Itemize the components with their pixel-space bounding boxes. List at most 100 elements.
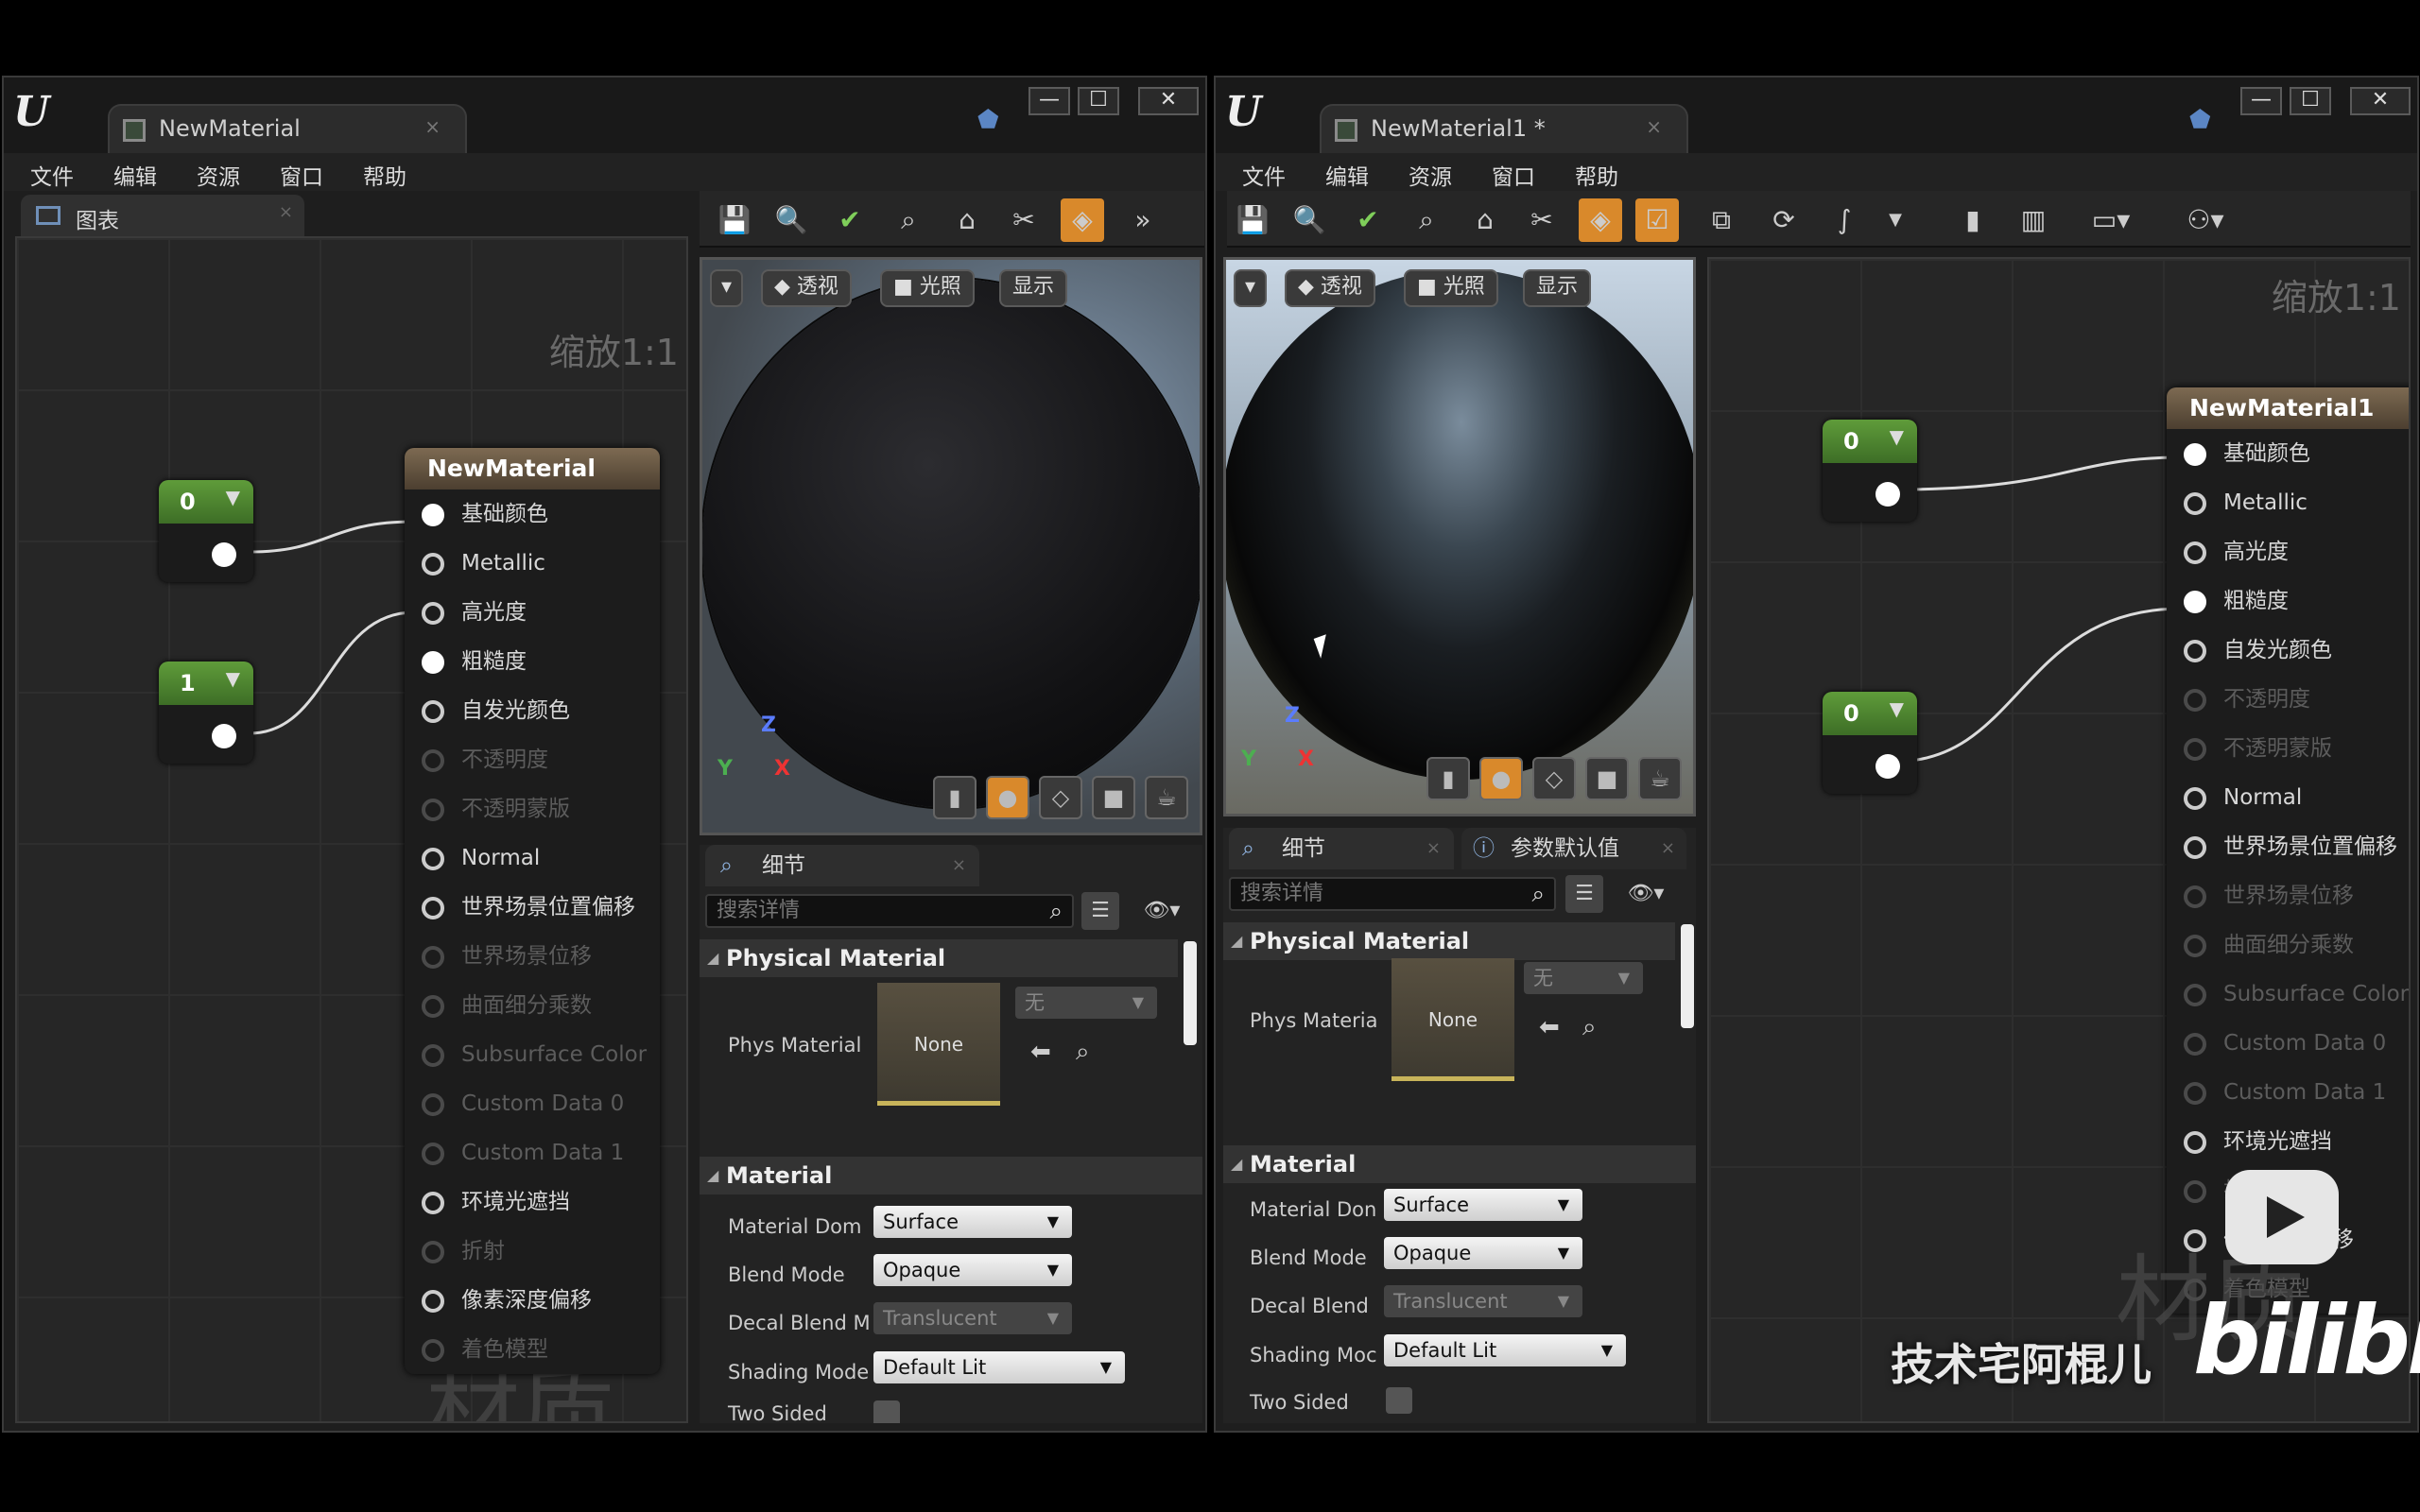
- input-pin[interactable]: [2184, 1082, 2206, 1105]
- output-pin[interactable]: [1876, 754, 1900, 779]
- eye-icon[interactable]: 👁▾: [1129, 892, 1195, 930]
- menu-edit[interactable]: 编辑: [1325, 159, 1369, 191]
- teapot-icon[interactable]: ☕: [1145, 776, 1188, 819]
- browse-asset-icon[interactable]: ⌕: [1582, 1013, 1597, 1042]
- input-pin-row[interactable]: 不透明度: [405, 735, 660, 784]
- document-tab[interactable]: NewMaterial ×: [108, 104, 467, 153]
- viewport-show-button[interactable]: 显示: [1523, 269, 1592, 307]
- output-pin[interactable]: [212, 542, 236, 567]
- input-pin[interactable]: [422, 749, 444, 772]
- search-graph-icon[interactable]: ⌕: [1405, 198, 1448, 242]
- close-tab-icon[interactable]: ×: [1426, 828, 1441, 869]
- input-pin[interactable]: [2184, 935, 2206, 957]
- menu-file[interactable]: 文件: [30, 159, 74, 191]
- input-pin[interactable]: [2184, 1033, 2206, 1056]
- output-pin[interactable]: [1876, 482, 1900, 507]
- plane-icon[interactable]: ◇: [1039, 776, 1082, 819]
- chevron-down-icon[interactable]: ▼: [226, 667, 240, 690]
- input-pin[interactable]: [422, 1093, 444, 1116]
- document-tab[interactable]: NewMaterial1 * ×: [1320, 104, 1688, 153]
- collapse-icon[interactable]: ◢: [1231, 1145, 1242, 1183]
- blend-mode-combo[interactable]: Opaque ▼: [1384, 1237, 1582, 1269]
- physical-material-section[interactable]: ◢ Physical Material: [700, 939, 1178, 977]
- collapse-icon[interactable]: ◢: [707, 939, 718, 977]
- layout-icon[interactable]: ▭▾: [2078, 198, 2144, 242]
- preview-viewport[interactable]: ▾ ◆ 透视 ■ 光照 显示 ZYX ▮ ● ◇ ■ ☕: [1223, 257, 1696, 816]
- shading-model-combo[interactable]: Default Lit ▼: [873, 1351, 1125, 1383]
- phys-material-thumbnail[interactable]: None: [877, 983, 1000, 1106]
- hierarchy-icon[interactable]: ⚇▾: [2172, 198, 2238, 242]
- input-pin-row[interactable]: 世界场景位移: [2167, 871, 2409, 920]
- chevron-right-icon[interactable]: »: [1121, 198, 1165, 242]
- menu-asset[interactable]: 资源: [197, 159, 240, 191]
- viewport-options-button[interactable]: ▾: [1234, 269, 1268, 307]
- search-graph-icon[interactable]: ⌕: [887, 198, 930, 242]
- scrollbar[interactable]: [1681, 924, 1694, 1028]
- cube-icon[interactable]: ■: [1092, 776, 1135, 819]
- chevron-down-icon[interactable]: ▼: [1874, 198, 1917, 242]
- input-pin[interactable]: [422, 1044, 444, 1067]
- menu-help[interactable]: 帮助: [1575, 159, 1618, 191]
- input-pin[interactable]: [422, 1143, 444, 1165]
- use-selected-icon[interactable]: ⬅: [1030, 1038, 1051, 1066]
- apply-icon[interactable]: ✔: [1346, 198, 1390, 242]
- live-nodes-icon[interactable]: ☑: [1635, 198, 1679, 242]
- input-pin[interactable]: [2184, 640, 2206, 662]
- viewport-show-button[interactable]: 显示: [999, 269, 1068, 307]
- input-pin[interactable]: [2184, 836, 2206, 859]
- input-pin-row[interactable]: 高光度: [405, 588, 660, 637]
- list-view-icon[interactable]: ☰: [1565, 875, 1603, 913]
- decal-blend-combo[interactable]: Translucent ▼: [873, 1302, 1072, 1334]
- cube-icon[interactable]: ■: [1585, 757, 1629, 800]
- input-pin-row[interactable]: Subsurface Color: [2167, 970, 2409, 1019]
- input-pin[interactable]: [2184, 787, 2206, 810]
- chevron-down-icon[interactable]: ▼: [1890, 425, 1904, 448]
- input-pin-row[interactable]: 折射: [405, 1227, 660, 1276]
- maximize-button[interactable]: ☐: [1078, 87, 1119, 115]
- stats-icon[interactable]: ▮: [1951, 198, 1995, 242]
- close-tab-icon[interactable]: ×: [1646, 115, 1662, 138]
- input-pin[interactable]: [422, 995, 444, 1018]
- details-tab[interactable]: ⌕ 细节 ×: [705, 845, 979, 886]
- use-selected-icon[interactable]: ⬅: [1539, 1013, 1560, 1041]
- input-pin[interactable]: [422, 799, 444, 821]
- scrollbar[interactable]: [1184, 941, 1197, 1045]
- search-input[interactable]: 搜索详情 ⌕: [1229, 877, 1556, 911]
- search-input[interactable]: 搜索详情 ⌕: [705, 894, 1074, 928]
- save-icon[interactable]: 💾: [1231, 198, 1274, 242]
- viewport-lit-button[interactable]: ■ 光照: [880, 269, 975, 307]
- close-tab-icon[interactable]: ×: [1661, 828, 1675, 869]
- input-pin[interactable]: [422, 1339, 444, 1362]
- save-icon[interactable]: 💾: [713, 198, 756, 242]
- input-pin[interactable]: [422, 700, 444, 723]
- input-pin-row[interactable]: Custom Data 1: [2167, 1068, 2409, 1117]
- input-pin-row[interactable]: 世界场景位置偏移: [2167, 822, 2409, 871]
- sphere-icon[interactable]: ●: [986, 776, 1029, 819]
- live-preview-icon[interactable]: ◈: [1061, 198, 1104, 242]
- platform-stats-icon[interactable]: ▥: [2012, 198, 2055, 242]
- viewport-perspective-button[interactable]: ◆ 透视: [761, 269, 852, 307]
- input-pin-row[interactable]: 曲面细分乘数: [405, 981, 660, 1030]
- menu-window[interactable]: 窗口: [280, 159, 323, 191]
- collapse-icon[interactable]: ◢: [707, 1157, 718, 1194]
- input-pin-row[interactable]: 不透明蒙版: [2167, 724, 2409, 773]
- two-sided-checkbox[interactable]: [873, 1400, 900, 1423]
- hide-unrelated-icon[interactable]: ⟳: [1762, 198, 1806, 242]
- input-pin-row[interactable]: 世界场景位移: [405, 932, 660, 981]
- plane-icon[interactable]: ◇: [1532, 757, 1576, 800]
- input-pin[interactable]: [2184, 443, 2206, 466]
- input-pin[interactable]: [2184, 1131, 2206, 1154]
- input-pin[interactable]: [2184, 738, 2206, 761]
- chevron-down-icon[interactable]: ▼: [226, 486, 240, 508]
- close-button[interactable]: ✕: [2350, 87, 2411, 115]
- phys-material-combo[interactable]: 无 ▼: [1524, 962, 1643, 994]
- home-icon[interactable]: ⌂: [945, 198, 989, 242]
- material-domain-combo[interactable]: Surface ▼: [873, 1206, 1072, 1238]
- graph-tab[interactable]: 图表 ×: [21, 195, 304, 236]
- teapot-icon[interactable]: ☕: [1638, 757, 1682, 800]
- details-tab[interactable]: ⌕ 细节 ×: [1229, 828, 1454, 869]
- input-pin-row[interactable]: 基础颜色: [2167, 429, 2409, 478]
- list-view-icon[interactable]: ☰: [1081, 892, 1119, 930]
- input-pin-row[interactable]: 高光度: [2167, 527, 2409, 576]
- output-pin[interactable]: [212, 724, 236, 748]
